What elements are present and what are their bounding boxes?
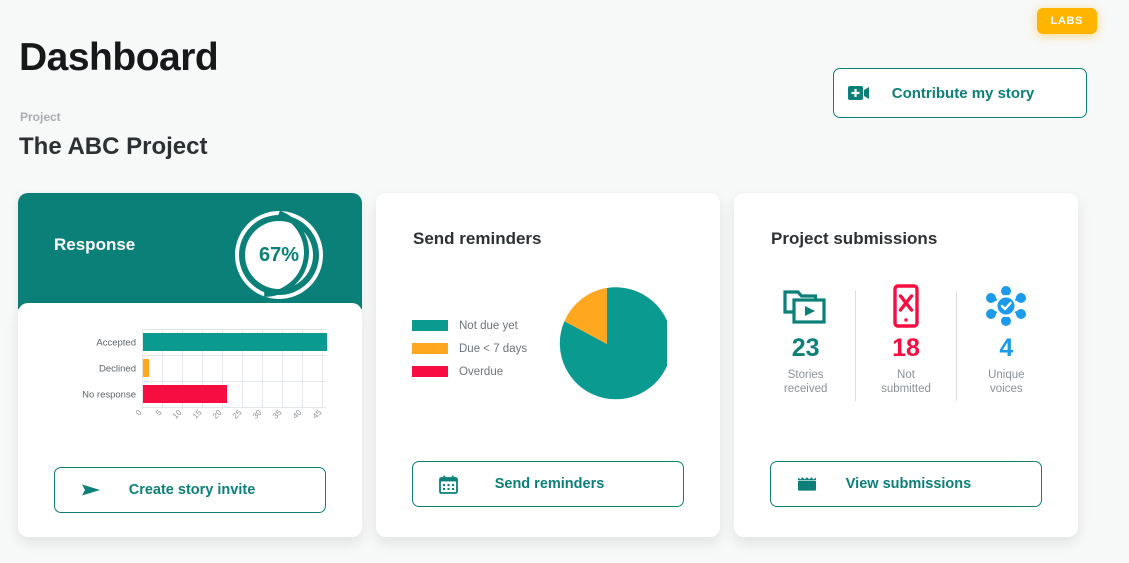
view-submissions-button-label: View submissions: [845, 476, 972, 492]
svg-text:5: 5: [154, 408, 164, 418]
send-reminders-card-title: Send reminders: [413, 229, 542, 248]
create-story-invite-label: Create story invite: [128, 482, 256, 498]
send-arrow-icon: [81, 483, 101, 497]
phone-x-icon: [889, 283, 923, 329]
stat-value-unique-voices: 4: [999, 334, 1014, 362]
svg-text:Accepted: Accepted: [96, 338, 136, 349]
legend-item: Overdue: [412, 360, 527, 383]
legend-swatch-not-due: [412, 320, 448, 331]
contribute-my-story-button[interactable]: Contribute my story: [833, 68, 1087, 118]
response-percent-label: 67%: [258, 243, 300, 266]
svg-text:10: 10: [171, 408, 184, 421]
page-title: Dashboard: [19, 36, 219, 79]
submissions-stats: 23 Stories received 18 Not submitted 4 U…: [756, 283, 1056, 409]
response-card: Response 67% Accepted Declined No respon…: [18, 193, 362, 537]
stat-not-submitted: 18 Not submitted: [856, 283, 955, 409]
send-reminders-card: Send reminders Not due yet Due < 7 days …: [376, 193, 720, 537]
project-name: The ABC Project: [19, 133, 208, 160]
svg-text:0: 0: [134, 408, 144, 418]
response-bar-chart: Accepted Declined No response 0 5 10 15 …: [52, 327, 328, 440]
svg-text:No response: No response: [82, 390, 136, 401]
svg-text:Declined: Declined: [99, 364, 136, 375]
legend-item: Due < 7 days: [412, 337, 527, 360]
stat-unique-voices: 4 Unique voices: [957, 283, 1056, 409]
view-submissions-button[interactable]: View submissions: [770, 461, 1042, 507]
legend-swatch-overdue: [412, 366, 448, 377]
legend-label-overdue: Overdue: [459, 365, 504, 378]
response-card-body: Accepted Declined No response 0 5 10 15 …: [18, 303, 362, 537]
stat-label-not-submitted: Not submitted: [881, 368, 931, 396]
project-label: Project: [20, 110, 61, 124]
stat-label-unique-voices: Unique voices: [988, 368, 1024, 396]
response-card-header: Response 67%: [18, 193, 362, 309]
folder-video-icon: [783, 283, 829, 329]
stat-label-stories-received: Stories received: [784, 368, 827, 396]
stat-label-line1: Unique: [988, 369, 1025, 381]
svg-text:40: 40: [291, 408, 304, 421]
stat-value-not-submitted: 18: [892, 334, 920, 362]
send-reminders-button[interactable]: Send reminders: [412, 461, 684, 507]
legend-swatch-due-soon: [412, 343, 448, 354]
labs-badge: LABS: [1036, 8, 1097, 34]
svg-text:20: 20: [211, 408, 224, 421]
svg-text:25: 25: [231, 408, 244, 421]
legend-label-due-soon: Due < 7 days: [459, 342, 528, 355]
stat-label-line2: submitted: [881, 383, 931, 395]
stat-value-stories-received: 23: [791, 334, 820, 362]
network-verified-icon: [984, 283, 1028, 329]
stat-label-line2: received: [783, 383, 828, 395]
reminders-legend: Not due yet Due < 7 days Overdue: [412, 314, 527, 383]
stat-stories-received: 23 Stories received: [756, 283, 855, 409]
svg-text:35: 35: [271, 408, 284, 421]
create-story-invite-button[interactable]: Create story invite: [54, 467, 326, 513]
project-submissions-card-title: Project submissions: [771, 229, 938, 248]
dashboard-page: LABS Dashboard Project The ABC Project C…: [0, 0, 1129, 563]
legend-label-not-due: Not due yet: [459, 319, 518, 332]
project-submissions-card: Project submissions 23 Stories received: [734, 193, 1078, 537]
contribute-button-label: Contribute my story: [891, 84, 1035, 102]
svg-text:15: 15: [191, 408, 204, 421]
calendar-icon: [439, 475, 458, 494]
video-plus-icon: [848, 85, 870, 101]
send-reminders-button-label: Send reminders: [494, 476, 605, 492]
stat-label-line2: voices: [990, 383, 1023, 395]
legend-item: Not due yet: [412, 314, 527, 337]
stat-label-line1: Not: [897, 369, 915, 381]
stat-label-line1: Stories: [787, 369, 824, 381]
svg-text:45: 45: [311, 408, 324, 421]
svg-text:30: 30: [251, 408, 264, 421]
reminders-pie-chart: [547, 284, 672, 409]
reminders-chart-area: Not due yet Due < 7 days Overdue: [376, 278, 720, 428]
response-card-title: Response: [54, 235, 136, 254]
clapperboard-icon: [797, 475, 818, 493]
